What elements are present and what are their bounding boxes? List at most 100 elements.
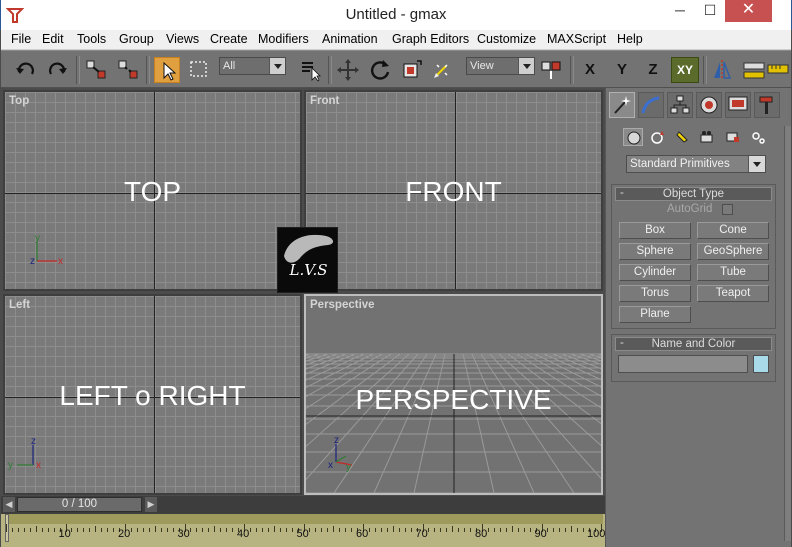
menu-tools[interactable]: Tools [77, 32, 106, 46]
track-tick [571, 526, 573, 532]
utilities-tab[interactable] [754, 92, 780, 118]
front-viewport[interactable]: Front FRONT [304, 90, 603, 291]
motion-tab[interactable] [696, 92, 722, 118]
align-button[interactable] [741, 57, 767, 83]
teapot-button[interactable]: Teapot [697, 285, 769, 302]
rotate-icon [371, 60, 390, 80]
sphere-button[interactable]: Sphere [619, 243, 691, 260]
track-tick [136, 528, 138, 532]
track-tick [446, 528, 448, 532]
select-and-move-button[interactable] [335, 57, 361, 83]
restrict-z-button[interactable]: Z [640, 57, 666, 83]
restrict-x-button[interactable]: X [577, 57, 603, 83]
plane-button[interactable]: Plane [619, 306, 691, 323]
track-tick [440, 528, 442, 532]
top-viewport[interactable]: Top TOP y x z [3, 90, 302, 291]
selection-filter-dropdown[interactable]: All [219, 57, 286, 75]
track-tick-label: 40 [237, 528, 250, 540]
hierarchy-tab[interactable] [667, 92, 693, 118]
select-object-button[interactable] [154, 57, 180, 83]
shapes-category-button[interactable] [648, 128, 668, 146]
menu-create[interactable]: Create [210, 32, 248, 46]
name-and-color-rollout-header[interactable]: - Name and Color [615, 337, 772, 351]
track-tick [339, 528, 341, 532]
object-color-swatch[interactable] [753, 355, 769, 373]
track-tick [368, 528, 370, 532]
select-and-manipulate-button[interactable] [429, 57, 455, 83]
spacing-tool-button[interactable] [766, 57, 792, 83]
helpers-category-button[interactable] [723, 128, 743, 146]
track-tick-label: 50 [296, 528, 309, 540]
viewport-label[interactable]: Perspective [310, 299, 375, 311]
track-tick [6, 524, 7, 532]
track-tick [434, 528, 436, 532]
space-warps-category-button[interactable] [748, 128, 768, 146]
left-viewport[interactable]: Left LEFT o RIGHT z y x [3, 294, 302, 495]
lights-category-button[interactable] [673, 128, 693, 146]
menu-views[interactable]: Views [166, 32, 199, 46]
svg-text:z: z [31, 436, 36, 447]
track-tick [29, 528, 31, 532]
object-name-field[interactable] [618, 355, 748, 373]
menu-file[interactable]: File [11, 32, 31, 46]
select-and-rotate-button[interactable] [367, 57, 393, 83]
autogrid-checkbox[interactable] [722, 204, 733, 215]
restrict-y-button[interactable]: Y [609, 57, 635, 83]
modify-tab[interactable] [638, 92, 664, 118]
menu-help[interactable]: Help [617, 32, 643, 46]
torus-button[interactable]: Torus [619, 285, 691, 302]
menu-group[interactable]: Group [119, 32, 154, 46]
object-type-rollout-header[interactable]: - Object Type [615, 187, 772, 201]
cylinder-button[interactable]: Cylinder [619, 264, 691, 281]
select-and-link-button[interactable] [84, 57, 110, 83]
minimize-button[interactable]: ─ [665, 0, 695, 22]
select-by-name-icon [302, 62, 321, 82]
menu-maxscript[interactable]: MAXScript [547, 32, 606, 46]
rectangular-selection-button[interactable] [186, 57, 212, 83]
cameras-category-button[interactable] [698, 128, 718, 146]
menu-graph-editors[interactable]: Graph Editors [392, 32, 469, 46]
menu-edit[interactable]: Edit [42, 32, 64, 46]
mirror-button[interactable] [709, 57, 735, 83]
viewport-label[interactable]: Top [9, 95, 29, 107]
geometry-category-button[interactable] [623, 128, 643, 146]
time-prev-button[interactable]: ◀ [3, 497, 15, 512]
track-tick [493, 528, 495, 532]
menu-animation[interactable]: Animation [322, 32, 378, 46]
primitive-type-dropdown[interactable]: Standard Primitives [626, 155, 766, 173]
perspective-viewport[interactable]: Perspective PERSPECTIVE z x y [304, 294, 603, 495]
create-tab[interactable] [609, 92, 635, 118]
restrict-xy-plane-button[interactable]: XY [671, 57, 699, 83]
tube-button[interactable]: Tube [697, 264, 769, 281]
box-button[interactable]: Box [619, 222, 691, 239]
reference-coordinate-dropdown[interactable]: View [466, 57, 535, 75]
track-tick [226, 528, 228, 532]
viewport-label[interactable]: Left [9, 299, 30, 311]
select-by-name-button[interactable] [298, 57, 324, 83]
viewport-label[interactable]: Front [310, 95, 339, 107]
lvs-logo: L.V.S [277, 227, 338, 293]
geosphere-button[interactable]: GeoSphere [697, 243, 769, 260]
toolbar-separator [570, 56, 574, 84]
command-panel-scrollbar[interactable] [784, 126, 791, 541]
menu-modifiers[interactable]: Modifiers [258, 32, 309, 46]
close-button[interactable]: ✕ [725, 0, 772, 22]
pivot-point-button[interactable] [538, 57, 564, 83]
undo-button[interactable] [13, 57, 39, 83]
time-slider[interactable]: 0 / 100 [17, 497, 142, 512]
redo-button[interactable] [44, 57, 70, 83]
track-tick [154, 526, 156, 532]
cone-button[interactable]: Cone [697, 222, 769, 239]
menu-customize[interactable]: Customize [477, 32, 536, 46]
track-tick [35, 526, 37, 532]
unlink-selection-button[interactable] [116, 57, 142, 83]
display-tab[interactable] [725, 92, 751, 118]
select-and-scale-button[interactable] [399, 57, 425, 83]
name-and-color-title: Name and Color [651, 338, 736, 350]
shapes-icon [651, 131, 664, 144]
time-next-button[interactable]: ▶ [145, 497, 157, 512]
maximize-button[interactable]: ☐ [695, 0, 725, 22]
track-tick [553, 528, 555, 532]
track-tick [565, 528, 567, 532]
track-tick [261, 528, 263, 532]
